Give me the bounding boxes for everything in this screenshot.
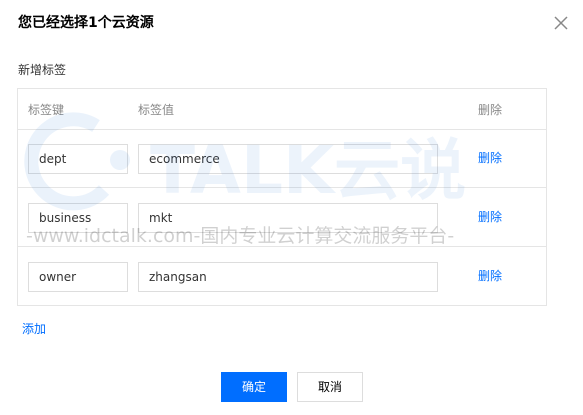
delete-row-link[interactable]: 删除 [478,268,502,284]
close-icon [554,16,568,30]
add-tag-dialog: 您已经选择1个云资源 新增标签 标签键 标签值 删除 删除 删除 删除 [0,0,583,415]
delete-row-link[interactable]: 删除 [478,209,502,225]
tag-row: 删除 [18,189,546,247]
tag-key-input[interactable] [28,144,128,174]
cancel-button[interactable]: 取消 [297,372,363,402]
tag-row: 删除 [18,248,546,306]
confirm-button[interactable]: 确定 [221,372,287,402]
section-label: 新增标签 [18,63,67,77]
tag-key-input[interactable] [28,262,128,292]
column-header-value: 标签值 [138,103,175,117]
tag-table-header: 标签键 标签值 删除 [18,89,546,130]
column-header-delete: 删除 [478,103,503,117]
tag-key-input[interactable] [28,203,128,233]
tag-value-input[interactable] [138,144,438,174]
column-header-key: 标签键 [28,103,65,117]
dialog-title: 您已经选择1个云资源 [18,15,154,31]
tag-row: 删除 [18,130,546,188]
add-tag-link[interactable]: 添加 [22,321,46,337]
tag-value-input[interactable] [138,262,438,292]
tag-table: 标签键 标签值 删除 删除 删除 删除 [17,88,547,306]
close-button[interactable] [552,14,570,32]
tag-value-input[interactable] [138,203,438,233]
delete-row-link[interactable]: 删除 [478,150,502,166]
